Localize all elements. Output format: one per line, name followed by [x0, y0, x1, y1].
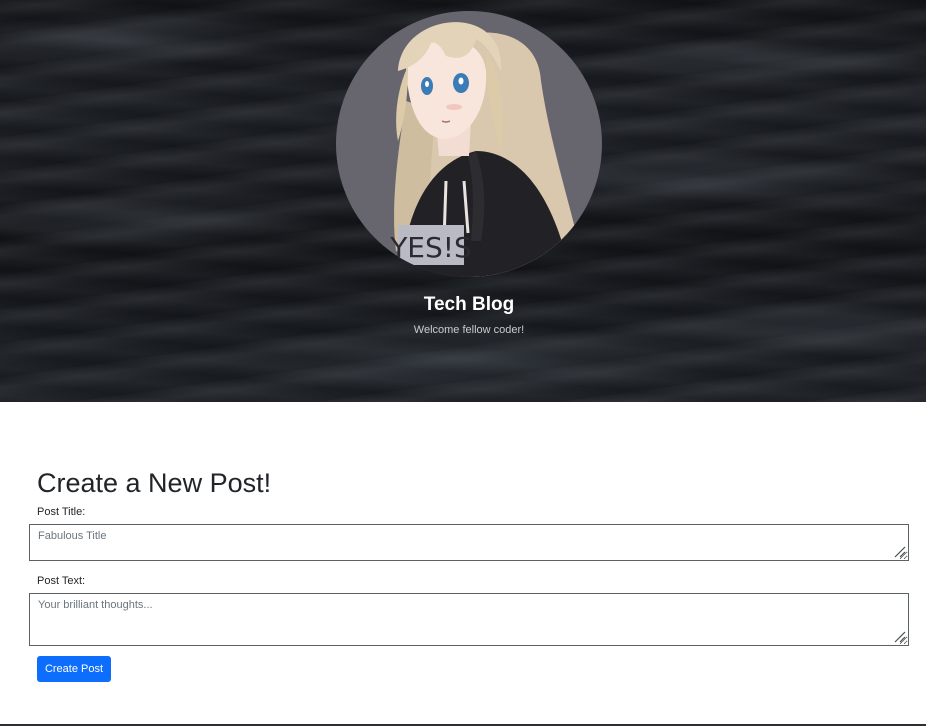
form-heading: Create a New Post!: [37, 468, 272, 498]
hero-banner: YES!S Tech Blog Welcome fellow coder!: [0, 0, 926, 402]
post-title-label: Post Title:: [37, 506, 86, 518]
svg-text:YES!S: YES!S: [389, 231, 472, 264]
site-title: Tech Blog: [423, 294, 515, 315]
post-title-input[interactable]: [29, 524, 909, 561]
create-post-button[interactable]: Create Post: [37, 656, 111, 682]
post-text-input[interactable]: [29, 593, 909, 646]
post-text-label: Post Text:: [37, 575, 86, 587]
avatar-illustration: YES!S: [389, 22, 586, 277]
profile-avatar: YES!S: [336, 11, 602, 277]
site-tagline: Welcome fellow coder!: [413, 324, 525, 336]
